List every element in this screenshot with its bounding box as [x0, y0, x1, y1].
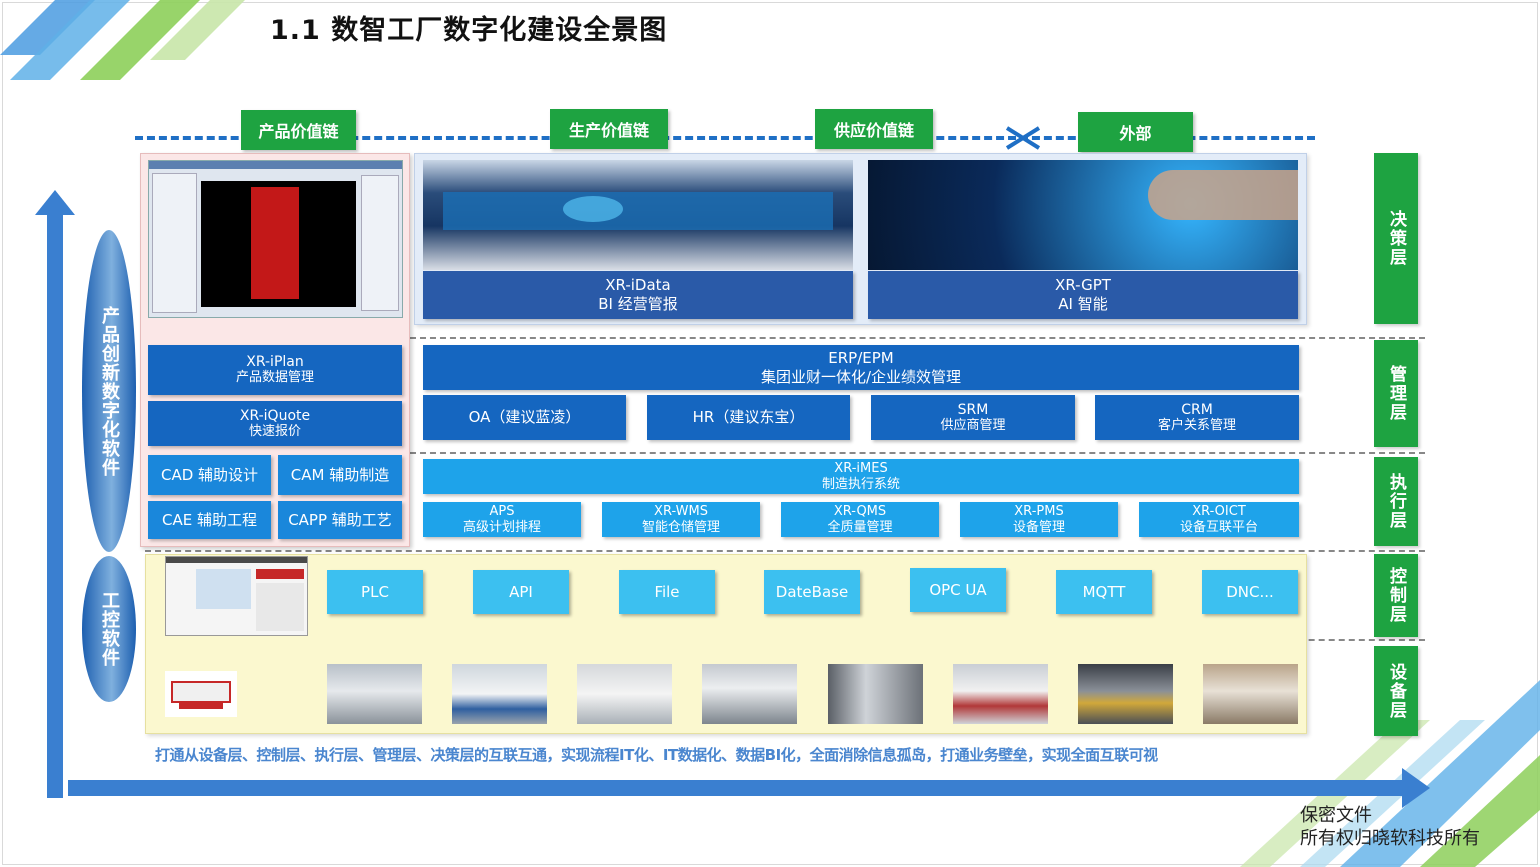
srm-desc: 供应商管理 [940, 417, 1006, 433]
iplan-name: XR-iPlan [246, 354, 304, 370]
equipment-image-8 [1203, 664, 1298, 724]
aps-name: APS [489, 503, 515, 519]
imes-box[interactable]: XR-iMES 制造执行系统 [423, 459, 1299, 494]
layer-equipment: 设备层 [1374, 646, 1418, 736]
wms-box[interactable]: XR-WMS 智能仓储管理 [602, 502, 760, 537]
wms-name: XR-WMS [654, 503, 708, 519]
idata-desc: BI 经营管报 [598, 295, 678, 313]
wms-desc: 智能仓储管理 [641, 519, 720, 535]
product-software-oval: 产品创新数字化软件 [82, 230, 136, 552]
capp-box[interactable]: CAPP 辅助工艺 [278, 501, 402, 539]
circuit-image [868, 160, 1298, 270]
oict-box[interactable]: XR-OICT 设备互联平台 [1139, 502, 1299, 537]
erp-name: ERP/EPM [828, 348, 894, 367]
equipment-image-3 [577, 664, 672, 724]
page-title: 1.1 数智工厂数字化建设全景图 [270, 15, 668, 46]
idata-name: XR-iData [605, 276, 671, 294]
equipment-image-6 [953, 664, 1048, 724]
erp-desc: 集团业财一体化/企业绩效管理 [760, 367, 962, 386]
protocol-opcua[interactable]: OPC UA [910, 568, 1006, 612]
cam-box[interactable]: CAM 辅助制造 [278, 455, 402, 495]
bottom-description: 打通从设备层、控制层、执行层、管理层、决策层的互联互通，实现流程IT化、IT数据… [155, 746, 1158, 764]
tag-supply-chain: 供应价值链 [815, 109, 933, 149]
layer-management: 管理层 [1374, 340, 1418, 447]
crm-box[interactable]: CRM 客户关系管理 [1095, 395, 1299, 440]
footer: 保密文件 所有权归晓软科技所有 [1300, 804, 1480, 850]
srm-name: SRM [957, 401, 989, 418]
imes-name: XR-iMES [834, 460, 888, 476]
protocol-plc[interactable]: PLC [327, 570, 423, 614]
control-software-screenshot [165, 556, 308, 636]
gpt-desc: AI 智能 [1058, 295, 1108, 313]
tag-product-chain: 产品价值链 [241, 110, 356, 150]
oict-desc: 设备互联平台 [1179, 519, 1258, 535]
equipment-image-7 [1078, 664, 1173, 724]
qms-name: XR-QMS [833, 503, 887, 519]
gpt-name: XR-GPT [1055, 276, 1111, 294]
footer-ownership: 所有权归晓软科技所有 [1300, 828, 1480, 849]
erp-box[interactable]: ERP/EPM 集团业财一体化/企业绩效管理 [423, 345, 1299, 390]
protocol-mqtt[interactable]: MQTT [1056, 570, 1152, 614]
tag-production-chain: 生产价值链 [550, 109, 668, 149]
agv-image [165, 671, 237, 717]
crm-desc: 客户关系管理 [1157, 417, 1236, 433]
pms-name: XR-PMS [1014, 503, 1064, 519]
separator-decision [410, 337, 1425, 339]
separator-management [410, 452, 1425, 454]
iquote-box[interactable]: XR-iQuote 快速报价 [148, 401, 402, 446]
separator-execution [145, 550, 1425, 552]
equipment-image-2 [452, 664, 547, 724]
qms-desc: 全质量管理 [827, 519, 893, 535]
idata-box[interactable]: XR-iData BI 经营管报 [423, 271, 853, 319]
protocol-api[interactable]: API [473, 570, 569, 614]
product-software-label: 产品创新数字化软件 [99, 305, 120, 477]
iquote-name: XR-iQuote [239, 407, 311, 424]
tag-external: 外部 [1078, 112, 1193, 152]
iquote-desc: 快速报价 [248, 423, 301, 439]
equipment-image-4 [702, 664, 797, 724]
srm-box[interactable]: SRM 供应商管理 [871, 395, 1075, 440]
crm-name: CRM [1181, 401, 1213, 418]
oict-name: XR-OICT [1192, 503, 1246, 519]
hr-box[interactable]: HR（建议东宝） [647, 395, 850, 440]
oa-box[interactable]: OA（建议蓝凌） [423, 395, 626, 440]
protocol-file[interactable]: File [619, 570, 715, 614]
control-room-image [423, 160, 853, 270]
aps-box[interactable]: APS 高级计划排程 [423, 502, 581, 537]
footer-confidential: 保密文件 [1300, 805, 1372, 826]
cad-screenshot [148, 160, 403, 318]
imes-desc: 制造执行系统 [821, 476, 900, 492]
layer-control: 控制层 [1374, 554, 1418, 637]
control-software-oval: 工控软件 [82, 556, 136, 702]
cae-box[interactable]: CAE 辅助工程 [148, 501, 271, 539]
cad-box[interactable]: CAD 辅助设计 [148, 455, 271, 495]
pms-box[interactable]: XR-PMS 设备管理 [960, 502, 1118, 537]
control-software-label: 工控软件 [99, 591, 120, 667]
pms-desc: 设备管理 [1012, 519, 1065, 535]
corner-stripes-top-left [0, 0, 245, 80]
iplan-box[interactable]: XR-iPlan 产品数据管理 [148, 345, 402, 395]
protocol-database[interactable]: DateBase [764, 570, 860, 614]
iplan-desc: 产品数据管理 [235, 370, 314, 385]
aps-desc: 高级计划排程 [462, 519, 541, 535]
qms-box[interactable]: XR-QMS 全质量管理 [781, 502, 939, 537]
break-cross-icon [1005, 126, 1041, 150]
equipment-image-1 [327, 664, 422, 724]
equipment-image-5 [828, 664, 923, 724]
gpt-box[interactable]: XR-GPT AI 智能 [868, 271, 1298, 319]
layer-execution: 执行层 [1374, 457, 1418, 546]
layer-decision: 决策层 [1374, 153, 1418, 324]
protocol-dnc[interactable]: DNC... [1202, 570, 1298, 614]
